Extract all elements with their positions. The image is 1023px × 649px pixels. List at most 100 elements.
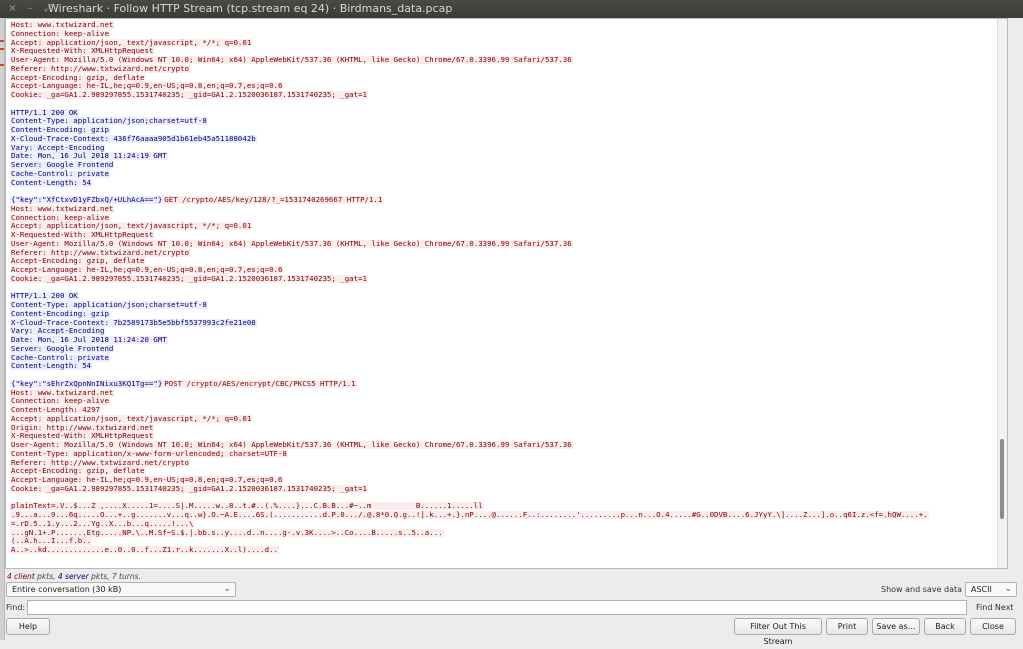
stream-blank-line <box>10 100 1007 109</box>
server-text: Content-Type: application/json;charset=u… <box>10 301 208 309</box>
client-line: plainText=.V..$...Z ,....X.....1=....S|.… <box>10 502 1007 511</box>
edge-marker <box>0 40 4 42</box>
server-line: Content-Type: application/json;charset=u… <box>10 117 1007 126</box>
vertical-scrollbar[interactable] <box>997 19 1007 568</box>
client-line: Origin: http://www.txtwizard.net <box>10 423 1007 433</box>
client-line: .9...a...9...6q.....O...+..g.......v...q… <box>10 511 1007 520</box>
server-text: Content-Length: 54 <box>10 362 93 371</box>
client-text: Host: www.txtwizard.net <box>10 21 115 29</box>
client-text: POST /crypto/AES/encrypt/CBC/PKCS5 HTTP/… <box>163 379 357 388</box>
client-line: =.rD.5..1.y...2...Yg..X...b...q.....!...… <box>10 519 1007 529</box>
client-line: Accept: application/json, text/javascrip… <box>10 222 1007 231</box>
client-line: User-Agent: Mozilla/5.0 (Windows NT 10.0… <box>10 441 1007 450</box>
client-line: Referer: http://www.txtwizard.net/crypto <box>10 64 1007 74</box>
client-text: Connection: keep-alive <box>10 29 110 38</box>
stream-text: Host: www.txtwizard.net Connection: keep-… <box>10 21 1007 555</box>
client-text: User-Agent: Mozilla/5.0 (Windows NT 10.0… <box>10 239 573 248</box>
minimize-window-icon[interactable]: – <box>24 2 37 15</box>
client-text: Content-Length: 4297 <box>10 406 101 414</box>
server-text: HTTP/1.1 200 OK <box>10 108 79 117</box>
server-line: Server: Google Frontend <box>10 344 1007 354</box>
server-text: Date: Mon, 16 Jul 2018 11:24:19 GMT <box>10 152 168 161</box>
server-text: Date: Mon, 16 Jul 2018 11:24:20 GMT <box>10 336 168 344</box>
filter-out-stream-button[interactable]: Filter Out This Stream <box>734 618 822 646</box>
client-text: (..A.h...I...f.b.. <box>10 537 93 546</box>
client-line: Accept-Language: he-IL,he;q=0.9,en-US;q=… <box>10 476 1007 485</box>
server-text: {"key":"sEhrZxQpnNnINixu3KQ1Tg=="} <box>10 379 164 388</box>
title-bar: × – ⤢ Wireshark · Follow HTTP Stream (tc… <box>0 0 1023 18</box>
server-text: Content-Type: application/json;charset=u… <box>10 117 208 126</box>
client-line: Cookie: _ga=GA1.2.989297855.1531740235; … <box>10 91 1007 100</box>
server-text: Content-Encoding: gzip <box>10 309 110 318</box>
back-button[interactable]: Back <box>924 618 966 635</box>
server-text: Server: Google Frontend <box>10 161 115 169</box>
client-text: Connection: keep-alive <box>10 397 110 406</box>
client-text: A..>..kd.............e..0..0..f...Z1.r..… <box>10 546 279 554</box>
scrollbar-thumb[interactable] <box>1000 439 1004 519</box>
server-line: Content-Length: 54 <box>10 362 1007 371</box>
client-text: X-Requested-With: XMLHttpRequest <box>10 231 155 239</box>
stream-blank-line <box>10 187 1007 196</box>
conversation-select[interactable]: Entire conversation (30 kB) ⌄ <box>6 582 236 597</box>
client-line: Referer: http://www.txtwizard.net/crypto <box>10 248 1007 258</box>
client-line: A..>..kd.............e..0..0..f...Z1.r..… <box>10 546 1007 555</box>
client-text: Accept-Language: he-IL,he;q=0.9,en-US;q=… <box>10 266 284 274</box>
client-text: Accept-Encoding: gzip, deflate <box>10 467 146 476</box>
help-button[interactable]: Help <box>6 618 50 635</box>
client-line: X-Requested-With: XMLHttpRequest <box>10 47 1007 56</box>
stream-content-pane[interactable]: Host: www.txtwizard.net Connection: keep-… <box>5 18 1008 569</box>
client-text: Accept: application/json, text/javascrip… <box>10 414 253 423</box>
close-window-icon[interactable]: × <box>6 2 19 15</box>
client-line: Accept-Language: he-IL,he;q=0.9,en-US;q=… <box>10 82 1007 91</box>
find-next-button[interactable]: Find Next <box>976 603 1014 612</box>
client-text: =.rD.5..1.y...2...Yg..X...b...q.....!...… <box>10 519 195 528</box>
client-line: Accept-Language: he-IL,he;q=0.9,en-US;q=… <box>10 266 1007 275</box>
server-text: X-Cloud-Trace-Context: 7b2589173b5e5bbf5… <box>10 318 257 327</box>
client-text: GET /crypto/AES/key/128/?_=1531740269667… <box>163 196 384 204</box>
client-text: Referer: http://www.txtwizard.net/crypto <box>10 458 190 467</box>
server-pkts-suffix: pkts, 7 turns. <box>88 572 141 581</box>
client-line: Referer: http://www.txtwizard.net/crypto <box>10 458 1007 468</box>
client-pkts-count: 4 client <box>7 572 35 581</box>
client-line: Cookie: _ga=GA1.2.989297855.1531740235; … <box>10 484 1007 494</box>
client-text: Accept: application/json, text/javascrip… <box>10 222 253 231</box>
server-line: Cache-Control: private <box>10 169 1007 179</box>
client-line: X-Requested-With: XMLHttpRequest <box>10 231 1007 240</box>
client-text: Accept-Encoding: gzip, deflate <box>10 257 146 266</box>
client-line: Content-Length: 4297 <box>10 406 1007 415</box>
client-line: Accept: application/json, text/javascrip… <box>10 414 1007 424</box>
client-text: Cookie: _ga=GA1.2.989297855.1531740235; … <box>10 274 368 283</box>
print-button[interactable]: Print <box>826 618 868 635</box>
chevron-down-icon: ⌄ <box>223 584 231 594</box>
server-line: Cache-Control: private <box>10 353 1007 363</box>
edge-marker <box>0 64 4 66</box>
client-line: Content-Type: application/x-www-form-url… <box>10 449 1007 459</box>
client-text: Accept-Language: he-IL,he;q=0.9,en-US;q=… <box>10 476 284 484</box>
client-line: (..A.h...I...f.b.. <box>10 537 1007 546</box>
client-text: Referer: http://www.txtwizard.net/crypto <box>10 248 190 257</box>
client-text: Accept-Encoding: gzip, deflate <box>10 73 146 82</box>
edge-marker <box>0 48 4 50</box>
server-text: X-Cloud-Trace-Context: 436f76aaaa905d1b6… <box>10 134 257 143</box>
server-text: Content-Length: 54 <box>10 178 93 187</box>
client-line: X-Requested-With: XMLHttpRequest <box>10 432 1007 441</box>
stream-stats: 4 client pkts, 4 server pkts, 7 turns. <box>7 572 141 581</box>
client-text: Cookie: _ga=GA1.2.989297855.1531740235; … <box>10 484 368 493</box>
find-input[interactable] <box>27 600 967 615</box>
client-line: ...gN.1+.P.......Etg.....NP.\..M.Sf~S.$.… <box>10 528 1007 538</box>
close-button[interactable]: Close <box>970 618 1016 635</box>
client-text: plainText=.V..$...Z ,....X.....1=....S|.… <box>10 502 484 511</box>
client-line: Connection: keep-alive <box>10 397 1007 406</box>
client-line: Accept-Encoding: gzip, deflate <box>10 257 1007 266</box>
stream-blank-line <box>10 494 1007 503</box>
client-line: Host: www.txtwizard.net <box>10 388 1007 398</box>
format-select[interactable]: ASCII ⌄ <box>965 582 1017 597</box>
save-as-button[interactable]: Save as… <box>872 618 920 635</box>
show-save-label: Show and save data as <box>881 585 974 594</box>
client-line: Accept: application/json, text/javascrip… <box>10 38 1007 48</box>
server-line: Server: Google Frontend <box>10 161 1007 170</box>
client-pkts-suffix: pkts, <box>34 572 58 581</box>
client-line: Accept-Encoding: gzip, deflate <box>10 467 1007 476</box>
server-pkts-count: 4 server <box>57 572 89 581</box>
server-line: Content-Encoding: gzip <box>10 309 1007 319</box>
